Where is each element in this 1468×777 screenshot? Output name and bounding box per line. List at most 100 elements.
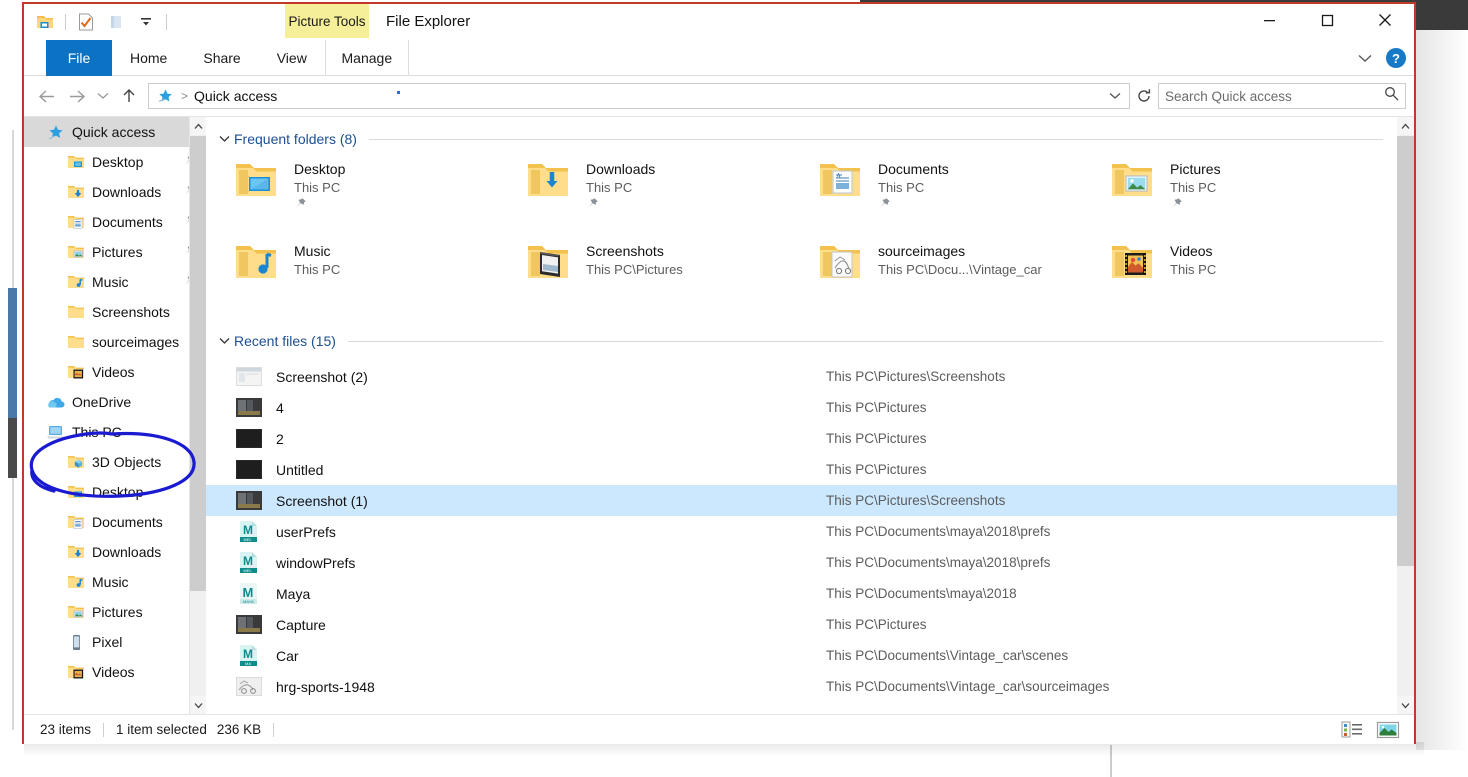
sidebar-item-pictures[interactable]: Pictures [24, 597, 206, 627]
folder-screenshots-icon [526, 241, 580, 297]
tab-view[interactable]: View [259, 40, 325, 76]
recent-file-row[interactable]: 2 This PC\Pictures [206, 423, 1397, 454]
recent-file-row[interactable]: M MEL userPrefs This PC\Documents\maya\2018… [206, 516, 1397, 547]
sidebar-item-sourceimages[interactable]: sourceimages [24, 327, 206, 357]
sidebar-item-3d-objects[interactable]: 3D Objects [24, 447, 206, 477]
sidebar-item-onedrive[interactable]: OneDrive [24, 387, 206, 417]
sidebar-item-videos[interactable]: Videos [24, 357, 206, 387]
back-button[interactable] [32, 81, 62, 111]
frequent-folder-tile[interactable]: Downloads This PC [526, 159, 818, 223]
chevron-down-icon[interactable] [216, 135, 232, 143]
sidebar-item-pixel[interactable]: Pixel [24, 627, 206, 657]
help-icon[interactable]: ? [1386, 48, 1406, 68]
recent-file-name: 2 [276, 430, 284, 447]
breadcrumb-current[interactable]: Quick access [194, 88, 277, 104]
frequent-folder-tile[interactable]: Screenshots This PC\Pictures [526, 241, 818, 305]
tab-home[interactable]: Home [112, 40, 185, 76]
frequent-folder-tile[interactable]: Music This PC [234, 241, 526, 305]
sidebar-item-documents[interactable]: Documents [24, 207, 206, 237]
content-scrollbar[interactable] [1397, 117, 1414, 714]
customize-dropdown-icon[interactable] [133, 9, 159, 35]
scroll-down-arrow-icon[interactable] [190, 696, 206, 714]
recent-file-path: This PC\Documents\Vintage_car\sourceimag… [826, 679, 1110, 694]
recent-file-row[interactable]: M MA Car This PC\Documents\Vintage_car\scen… [206, 640, 1397, 671]
frequent-folder-path: This PC\Pictures [586, 262, 683, 277]
frequent-folder-tile[interactable]: A Documents This PC [818, 159, 1110, 223]
sidebar-item-pictures[interactable]: Pictures [24, 237, 206, 267]
sidebar-item-music[interactable]: Music [24, 567, 206, 597]
minimize-button[interactable] [1240, 4, 1298, 36]
address-bar[interactable]: > Quick access [148, 83, 1130, 109]
close-button[interactable] [1356, 4, 1414, 36]
sidebar-item-desktop[interactable]: Desktop [24, 477, 206, 507]
recent-file-row[interactable]: M MAYA Maya This PC\Documents\maya\2018 [206, 578, 1397, 609]
pin-icon[interactable] [1170, 197, 1221, 215]
refresh-icon[interactable] [1130, 83, 1158, 109]
window-shadow-bottom [24, 742, 1424, 756]
frequent-folder-tile[interactable]: sourceimages This PC\Docu...\Vintage_car [818, 241, 1110, 305]
address-dropdown-icon[interactable] [1101, 92, 1129, 100]
recent-file-row[interactable]: M MEL windowPrefs This PC\Documents\maya\20… [206, 547, 1397, 578]
sidebar-item-quick-access[interactable]: Quick access [24, 117, 206, 147]
sidebar-item-videos[interactable]: Videos [24, 657, 206, 687]
content-scroll-thumb[interactable] [1397, 136, 1414, 566]
recent-file-row[interactable]: 4 This PC\Pictures [206, 392, 1397, 423]
sidebar-item-label: Pictures [92, 244, 143, 260]
properties-icon[interactable] [73, 9, 99, 35]
recent-file-path: This PC\Documents\maya\2018\prefs [826, 555, 1051, 570]
chevron-down-icon[interactable] [216, 337, 232, 345]
folder-documents-icon: A [818, 159, 872, 215]
svg-text:MEL: MEL [244, 568, 253, 573]
sidebar-item-desktop[interactable]: Desktop [24, 147, 206, 177]
scroll-up-arrow-icon[interactable] [1397, 117, 1414, 135]
save-icon[interactable] [32, 9, 58, 35]
file-explorer-window: Picture Tools File Explorer File Home Sh… [22, 2, 1416, 744]
sidebar-item-this-pc[interactable]: This PC [24, 417, 206, 447]
large-icons-view-icon[interactable] [1374, 719, 1402, 741]
navigation-scrollbar[interactable] [189, 117, 206, 714]
svg-text:M: M [243, 647, 253, 661]
frequent-folder-tile[interactable]: Desktop This PC [234, 159, 526, 223]
scroll-down-arrow-icon[interactable] [1397, 696, 1414, 714]
recent-files-list: Screenshot (2) This PC\Pictures\Screensho… [206, 361, 1397, 702]
sidebar-item-screenshots[interactable]: Screenshots [24, 297, 206, 327]
background-dark-marker [8, 418, 17, 478]
sidebar-item-documents[interactable]: Documents [24, 507, 206, 537]
scroll-up-arrow-icon[interactable] [190, 117, 206, 135]
recent-file-row[interactable]: hrg-sports-1948 This PC\Documents\Vintage… [206, 671, 1397, 702]
details-view-icon[interactable] [1338, 719, 1366, 741]
frequent-folder-path: This PC [294, 262, 341, 277]
sidebar-item-music[interactable]: Music [24, 267, 206, 297]
sidebar-item-downloads[interactable]: Downloads [24, 537, 206, 567]
forward-button[interactable] [62, 81, 92, 111]
maximize-button[interactable] [1298, 4, 1356, 36]
tab-manage[interactable]: Manage [324, 40, 409, 76]
frequent-folders-header[interactable]: Frequent folders (8) [206, 125, 1397, 153]
recent-file-row[interactable]: Untitled This PC\Pictures [206, 454, 1397, 485]
recent-file-row[interactable]: Screenshot (1) This PC\Pictures\Screensho… [206, 485, 1397, 516]
tab-share[interactable]: Share [185, 40, 258, 76]
sidebar-item-downloads[interactable]: Downloads [24, 177, 206, 207]
selection-label: 1 item selected [116, 722, 207, 737]
chevron-down-icon[interactable] [1354, 47, 1376, 69]
frequent-folder-meta: Documents This PC [878, 159, 949, 215]
search-icon[interactable] [1384, 86, 1399, 106]
navigation-scroll-thumb[interactable] [190, 136, 206, 591]
up-button[interactable] [114, 81, 144, 111]
search-box[interactable] [1158, 83, 1406, 109]
frequent-folder-tile[interactable]: Videos This PC [1110, 241, 1402, 305]
pin-icon[interactable] [586, 197, 655, 215]
recent-locations-button[interactable] [92, 81, 114, 111]
new-folder-icon[interactable] [103, 9, 129, 35]
pin-icon[interactable] [878, 197, 949, 215]
search-input[interactable] [1165, 88, 1384, 104]
title-bar: Picture Tools File Explorer [24, 4, 1414, 40]
recent-files-header[interactable]: Recent files (15) [206, 327, 1397, 355]
tab-file[interactable]: File [46, 40, 112, 76]
recent-file-row[interactable]: Capture This PC\Pictures [206, 609, 1397, 640]
sidebar-item-label: Documents [92, 514, 163, 530]
folder-icon [66, 302, 86, 322]
pin-icon[interactable] [294, 197, 345, 215]
recent-file-row[interactable]: Screenshot (2) This PC\Pictures\Screensho… [206, 361, 1397, 392]
frequent-folder-tile[interactable]: Pictures This PC [1110, 159, 1402, 223]
